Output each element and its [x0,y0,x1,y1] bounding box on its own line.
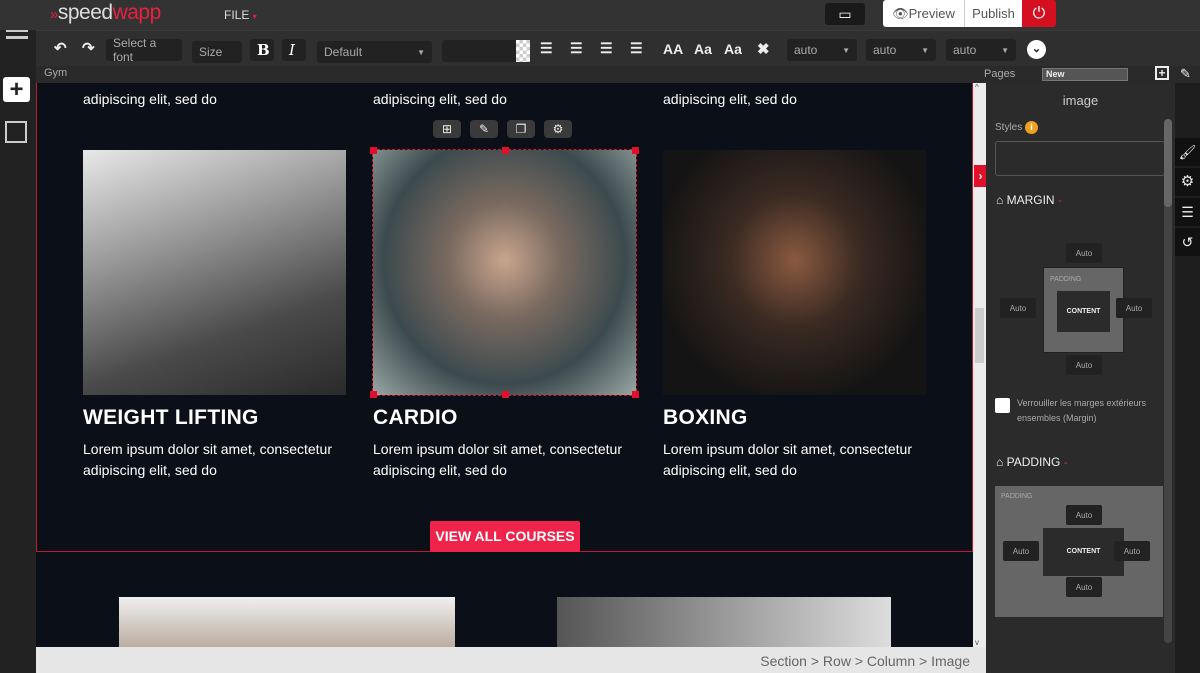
edit-icon[interactable]: ✎ [470,120,498,138]
gear-icon[interactable]: ⚙ [1175,168,1200,196]
margin-bottom-input[interactable]: Auto [1066,355,1102,375]
undo-icon[interactable]: ↶ [54,39,67,57]
info-icon[interactable]: i [1025,121,1039,134]
history-icon[interactable]: ↺ [1175,228,1200,256]
margin-right-input[interactable]: Auto [1116,298,1152,318]
padding-box: PADDING CONTENT [1043,267,1124,353]
panel-title: image [1062,93,1099,108]
preview-button[interactable]: 👁Preview [883,0,964,27]
top-text: adipiscing elit, sed do [663,91,797,107]
clear-format-icon[interactable]: ✖ [757,40,770,58]
italic-button[interactable]: I [282,39,306,61]
image-gallery-icon[interactable] [5,121,27,143]
card-title: CARDIO [373,406,458,429]
card-title: WEIGHT LIFTING [83,406,259,429]
margin-left-input[interactable]: Auto [1000,298,1036,318]
padding-left-input[interactable]: Auto [1003,541,1039,561]
desktop-view-icon[interactable]: ▭ [825,3,865,25]
cardio-image[interactable] [370,147,639,398]
top-text: adipiscing elit, sed do [83,91,217,107]
padding-right-input[interactable]: Auto [1114,541,1150,561]
brush-icon[interactable]: 🖌 [1175,138,1200,166]
align-justify-icon[interactable]: ☰ [630,40,643,57]
add-page-icon[interactable]: + [1155,66,1169,80]
content-box: CONTENT [1057,291,1110,332]
power-icon[interactable]: ⏻ [1022,0,1056,27]
content-box: CONTENT [1043,528,1124,576]
weight-lifting-image[interactable] [83,150,346,395]
font-select[interactable]: Select a font [106,36,182,64]
course-image[interactable] [119,597,455,647]
card-title: BOXING [663,406,748,429]
editor-canvas[interactable]: adipiscing elit, sed do adipiscing elit,… [36,83,973,647]
capitalize-button[interactable]: Aa [724,41,742,57]
panel-scrollbar[interactable] [1164,119,1172,643]
auto-select-2[interactable]: auto ▼ [866,39,936,61]
course-image[interactable] [557,597,891,647]
publish-button[interactable]: Publish [964,0,1022,27]
card-text: Lorem ipsum dolor sit amet, consectetur … [373,441,622,478]
smallcaps-button[interactable]: Aa [694,41,712,57]
top-text: adipiscing elit, sed do [373,91,507,107]
breadcrumb: Section > Row > Column > Image [36,647,986,673]
lock-margins-checkbox[interactable] [995,398,1010,413]
margin-heading[interactable]: ⌂ MARGIN - [996,193,1062,207]
pages-select[interactable]: New [1042,68,1128,81]
left-sidebar: + [0,0,36,673]
padding-editor: PADDING CONTENT Auto Auto Auto Auto [995,486,1163,617]
expand-toolbar-icon[interactable]: ⌄ [1027,40,1046,59]
redo-icon[interactable]: ↷ [82,39,95,57]
properties-panel: image Styles i ⌂ MARGIN - PADDING CONTEN… [986,83,1175,647]
duplicate-icon[interactable]: ❐ [507,120,535,138]
list-icon[interactable]: ☰ [1175,198,1200,226]
panel-tabs: 🖌 ⚙ ☰ ↺ [1175,83,1200,673]
margin-top-input[interactable]: Auto [1066,243,1102,263]
bold-button[interactable]: B [250,39,274,61]
page-name: Gym [44,67,68,79]
edit-page-icon[interactable]: ✎ [1180,66,1191,82]
top-bar: »speedwapp FILE ▾ ▭ 👁Preview Publish ⏻ [0,0,1200,30]
add-element-icon[interactable]: + [3,77,30,102]
auto-select-1[interactable]: auto ▼ [787,39,857,61]
padding-top-input[interactable]: Auto [1066,505,1102,525]
styles-input[interactable] [995,141,1165,176]
boxing-image[interactable] [663,150,926,395]
styles-label: Styles i [995,121,1039,134]
auto-select-3[interactable]: auto ▼ [946,39,1016,61]
add-icon[interactable]: ⊞ [433,120,461,138]
lock-margins-label: Verrouiller les marges extérieurs ensemb… [1017,398,1147,423]
color-picker[interactable] [442,40,530,62]
path-bar: Gym Pages New + ✎ [36,66,1200,83]
card-text: Lorem ipsum dolor sit amet, consectetur … [663,441,912,478]
pages-label: Pages [984,68,1016,80]
align-center-icon[interactable]: ☰ [570,40,583,57]
settings-icon[interactable]: ⚙ [544,120,572,138]
uppercase-button[interactable]: AA [663,41,683,57]
breadcrumb-path[interactable]: Section > Row > Column > Image [760,653,970,669]
element-actions: ⊞ ✎ ❐ ⚙ [433,120,572,138]
align-right-icon[interactable]: ☰ [600,40,613,57]
align-left-icon[interactable]: ☰ [540,40,553,57]
style-select[interactable]: Default ▼ [317,41,432,63]
size-input[interactable]: Size [192,41,242,63]
view-all-courses-button[interactable]: VIEW ALL COURSES [430,521,580,552]
file-menu[interactable]: FILE ▾ [224,8,257,22]
logo: »speedwapp [50,1,161,24]
card-text: Lorem ipsum dolor sit amet, consectetur … [83,441,332,478]
padding-bottom-input[interactable]: Auto [1066,577,1102,597]
padding-heading[interactable]: ⌂ PADDING - [996,455,1068,469]
